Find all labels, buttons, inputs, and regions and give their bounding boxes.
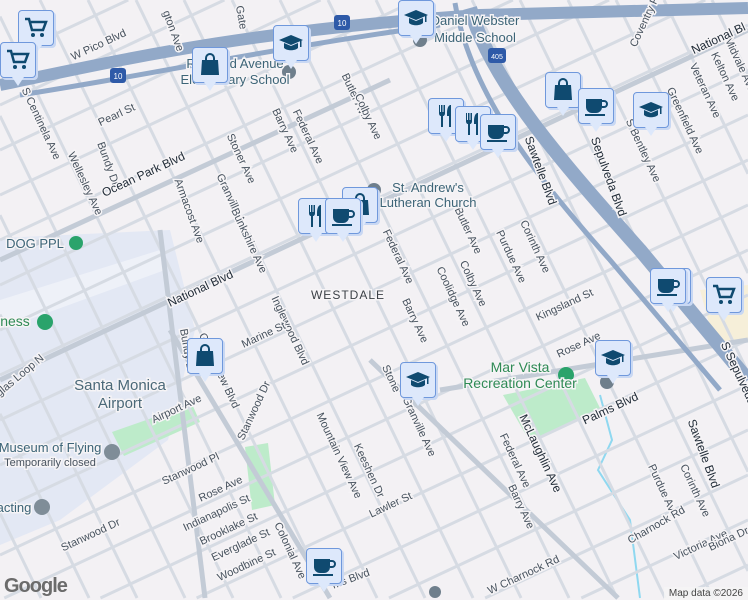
map-label: Airport xyxy=(98,395,143,412)
school-cap-icon xyxy=(404,10,428,26)
school-marker[interactable] xyxy=(633,92,669,136)
svg-text:10: 10 xyxy=(338,19,347,28)
school-marker[interactable] xyxy=(400,362,436,406)
school-cap-icon xyxy=(639,102,663,118)
cafe-marker[interactable] xyxy=(480,114,516,158)
map-label: DOG PPL xyxy=(6,236,64,251)
cafe-marker[interactable] xyxy=(650,268,686,312)
shield-i10-2: 10 xyxy=(334,15,350,30)
grocery-marker[interactable] xyxy=(18,10,54,54)
coffee-cup-icon xyxy=(657,279,680,296)
cafe-marker[interactable] xyxy=(306,548,342,592)
map-label: acting xyxy=(0,500,31,515)
school-cap-icon xyxy=(601,350,625,366)
coffee-cup-icon xyxy=(585,99,608,116)
map-label: St. Andrew's xyxy=(392,180,464,195)
shopping-bag-icon xyxy=(201,53,219,75)
shopping-cart-icon xyxy=(25,17,48,37)
cafe-marker[interactable] xyxy=(578,88,614,132)
shopping-marker[interactable] xyxy=(187,338,223,382)
shopping-bag-icon xyxy=(554,78,572,100)
map-label: Pearl St xyxy=(96,102,137,129)
school-marker[interactable] xyxy=(398,0,434,44)
shopping-marker[interactable] xyxy=(192,47,228,91)
map-label: Temporarily closed xyxy=(4,457,96,469)
grocery-marker[interactable] xyxy=(706,277,742,321)
map-label: Stanwood Dr xyxy=(235,379,273,442)
map-label: W Charnock Rd xyxy=(486,553,561,597)
museum-pin xyxy=(104,444,120,460)
map-label: ness xyxy=(0,313,30,329)
map-label: Recreation Center xyxy=(463,375,577,391)
google-logo: Google xyxy=(4,575,68,597)
coffee-cup-icon xyxy=(313,559,336,576)
map-label: Federal Ave xyxy=(380,228,416,286)
school-cap-icon xyxy=(279,35,303,51)
dog-park-pin xyxy=(69,236,83,250)
cafe-marker[interactable] xyxy=(325,198,361,242)
fitness-pin xyxy=(37,314,53,330)
grocery-marker[interactable] xyxy=(0,42,36,86)
map-label: WESTDALE xyxy=(311,288,385,302)
shield-i405: 405 xyxy=(488,48,506,63)
shopping-cart-icon xyxy=(7,49,30,69)
school-marker[interactable] xyxy=(273,25,309,69)
coffee-cup-icon xyxy=(487,125,510,142)
map-label: Mar Vista xyxy=(491,359,550,375)
map-label: Middle School xyxy=(434,30,516,45)
school-cap-icon xyxy=(406,372,430,388)
shield-i10: 10 xyxy=(110,68,126,83)
map-label: Gate xyxy=(233,5,249,31)
svg-text:405: 405 xyxy=(491,54,503,61)
map-canvas[interactable]: 10 10 405 W Pico Blvd gton Ave GateRichlan… xyxy=(0,0,748,600)
map-label: Museum of Flying xyxy=(0,440,101,455)
svg-text:10: 10 xyxy=(114,72,123,81)
shopping-cart-icon xyxy=(713,284,736,304)
map-label: Lutheran Church xyxy=(380,195,477,210)
place-pin xyxy=(429,586,441,598)
shopping-bag-icon xyxy=(196,344,214,366)
place-pin xyxy=(34,499,50,515)
map-label: Armacost Ave xyxy=(172,177,206,245)
school-marker[interactable] xyxy=(595,340,631,384)
map-label: Santa Monica xyxy=(74,377,166,394)
map-label: Daniel Webster xyxy=(431,13,520,28)
coffee-cup-icon xyxy=(332,209,355,226)
map-attribution[interactable]: Map data ©2026 xyxy=(663,587,748,600)
shopping-marker[interactable] xyxy=(545,72,581,116)
